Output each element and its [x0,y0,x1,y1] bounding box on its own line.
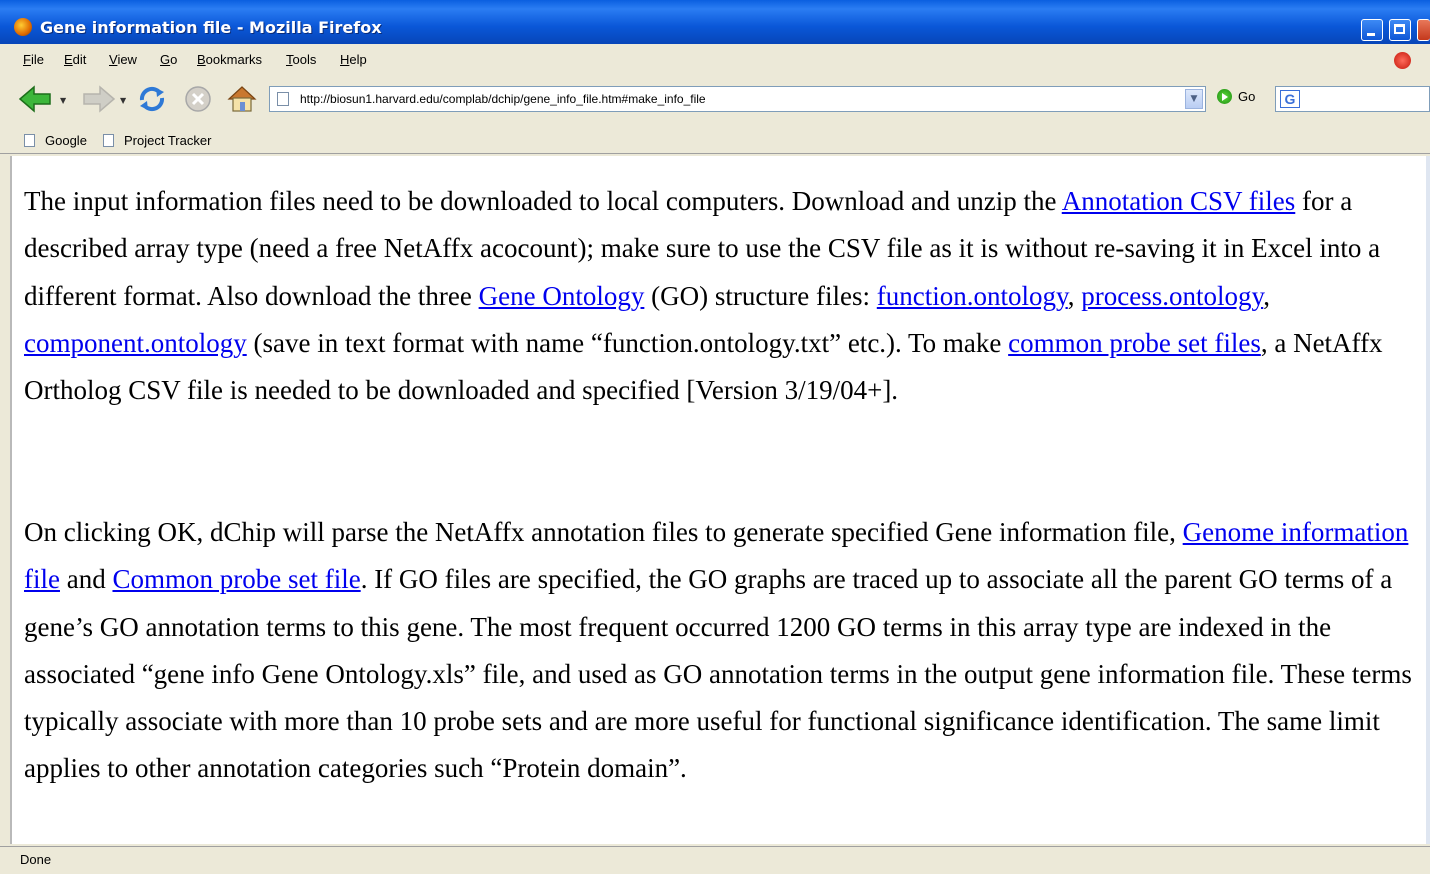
link-process-ontology[interactable]: process.ontology [1081,281,1263,311]
forward-button[interactable] [80,84,116,114]
vertical-scrollbar[interactable] [1426,156,1430,844]
link-component-ontology[interactable]: component.ontology [24,328,247,358]
stop-throbber-icon [1394,52,1411,69]
back-arrow-icon [18,85,51,113]
menu-view[interactable]: View [109,52,137,67]
page-icon [277,92,289,106]
bookmark-project-tracker[interactable]: Project Tracker [103,132,211,148]
search-box[interactable]: G [1275,86,1430,112]
bookmark-google[interactable]: Google [24,132,87,148]
url-input[interactable] [300,90,1180,108]
menu-edit[interactable]: Edit [64,52,86,67]
window-title: Gene information file - Mozilla Firefox [40,18,382,37]
home-button[interactable] [225,84,259,114]
text-run: , [1263,280,1270,311]
page-content: The input information files need to be d… [10,156,1426,844]
status-bar: Done [0,846,1430,874]
paragraph-input-files: The input information files need to be d… [24,178,1424,414]
menu-tools[interactable]: Tools [286,52,316,67]
page-icon [24,134,35,148]
bookmarks-toolbar: Google Project Tracker [0,126,1430,154]
firefox-icon [14,18,32,36]
forward-history-dropdown[interactable]: ▼ [120,96,126,105]
text-run: (save in text format with name “function… [246,327,1009,358]
google-search-icon[interactable]: G [1280,90,1300,108]
back-history-dropdown[interactable]: ▼ [60,96,66,105]
menu-help[interactable]: Help [340,52,367,67]
bookmark-label: Project Tracker [124,133,212,149]
go-button[interactable]: Go [1217,88,1255,110]
stop-button[interactable] [183,84,213,114]
text-run: On clicking OK, dChip will parse the Net… [24,517,1183,547]
link-common-probe-set-files[interactable]: common probe set files [1008,328,1261,358]
link-common-probe-set-file[interactable]: Common probe set file [112,564,360,594]
menu-go[interactable]: Go [160,52,177,67]
page-icon [103,134,114,148]
status-text: Done [20,852,52,867]
reload-button[interactable] [136,84,168,114]
link-gene-ontology[interactable]: Gene Ontology [479,281,645,311]
reload-icon [139,86,165,112]
minimize-button[interactable] [1361,19,1383,41]
back-button[interactable] [18,84,54,114]
text-run: . If GO files are specified, the GO grap… [24,564,1412,784]
address-bar[interactable]: ▼ [269,86,1206,112]
home-icon [227,86,257,112]
text-run: and [59,564,113,595]
maximize-button[interactable] [1389,19,1411,41]
title-bar: Gene information file - Mozilla Firefox [0,0,1430,44]
paragraph-parsing: On clicking OK, dChip will parse the Net… [24,509,1424,793]
forward-arrow-icon [83,85,116,113]
go-icon [1217,89,1232,105]
close-button[interactable] [1417,19,1430,41]
stop-icon [185,86,211,112]
go-label: Go [1238,89,1256,105]
menu-file[interactable]: File [23,52,44,67]
text-run: , [1067,280,1082,311]
menu-bar: File Edit View Go Bookmarks Tools Help [0,48,1430,72]
link-function-ontology[interactable]: function.ontology [877,281,1068,311]
bookmark-label: Google [45,133,87,149]
text-run: (GO) structure files: [644,280,877,311]
link-annotation-csv-files[interactable]: Annotation CSV files [1062,186,1296,216]
menu-bookmarks[interactable]: Bookmarks [197,52,262,67]
address-dropdown-button[interactable]: ▼ [1185,89,1203,109]
text-run: The input information files need to be d… [24,186,1062,216]
